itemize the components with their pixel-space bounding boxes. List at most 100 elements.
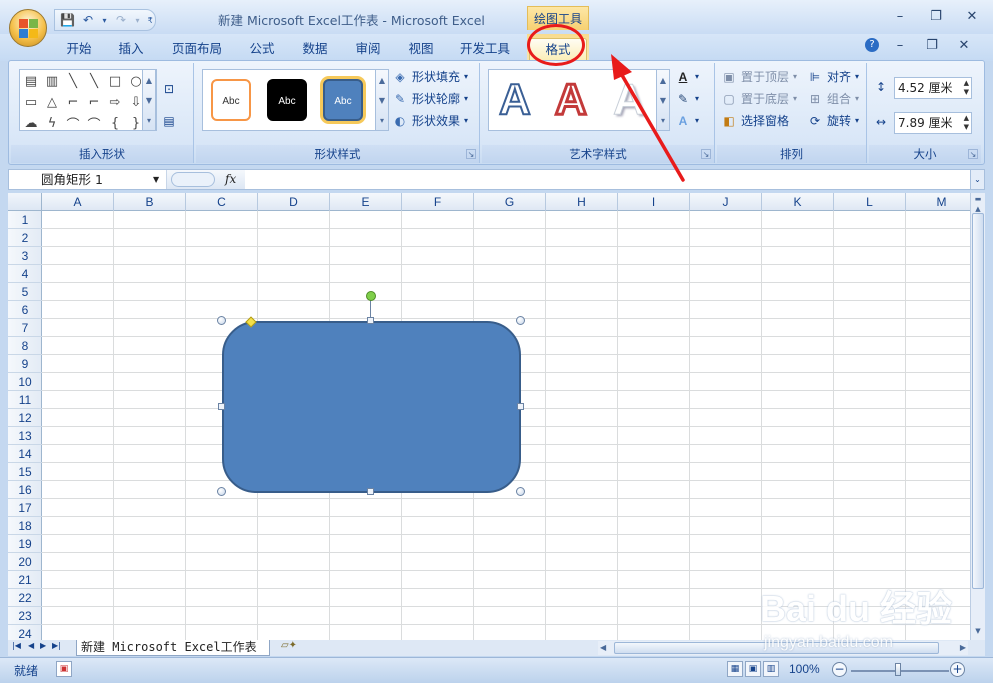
macro-record-icon[interactable]: ▣ xyxy=(56,661,72,677)
shapes-gallery-scroller[interactable]: ▲ ▼ ▾ xyxy=(142,69,156,131)
shape-cloud-icon[interactable]: ☁ xyxy=(21,113,41,133)
more-icon[interactable]: ▾ xyxy=(661,116,665,125)
wordart-style-red[interactable]: A xyxy=(554,74,589,126)
resize-handle-bottom-left[interactable] xyxy=(217,487,226,496)
send-to-back-button[interactable]: ▢ 置于底层 ▾ xyxy=(721,89,797,109)
height-spinner-icon[interactable]: ▲ ▼ xyxy=(964,79,969,97)
undo-icon[interactable]: ↶ xyxy=(79,11,96,29)
shape-outline-button[interactable]: ✎ 形状轮廓 ▾ xyxy=(392,89,468,109)
first-sheet-icon[interactable]: |◀ xyxy=(12,641,21,650)
zoom-out-button[interactable]: − xyxy=(832,662,847,677)
shape-line-icon[interactable]: ╲ xyxy=(63,71,83,91)
vertical-scroll-thumb[interactable] xyxy=(972,213,984,589)
horizontal-scrollbar[interactable]: ◀ ▶ xyxy=(598,641,968,655)
redo-icon[interactable]: ↷ xyxy=(112,11,129,29)
row-header[interactable]: 21 xyxy=(8,571,42,589)
row-header[interactable]: 11 xyxy=(8,391,42,409)
workbook-minimize-icon[interactable]: – xyxy=(889,38,911,53)
row-header[interactable]: 1 xyxy=(8,211,42,229)
row-header[interactable]: 20 xyxy=(8,553,42,571)
redo-dropdown-icon[interactable]: ▾ xyxy=(133,11,143,29)
text-box-button[interactable]: ▤ xyxy=(161,111,177,131)
chevron-down-icon[interactable]: ▼ xyxy=(153,170,159,189)
style-swatch-black[interactable]: Abc xyxy=(267,79,307,121)
office-button[interactable] xyxy=(9,9,47,47)
shape-rounded-rectangle-icon[interactable]: ▭ xyxy=(21,92,41,112)
row-header[interactable]: 10 xyxy=(8,373,42,391)
row-header[interactable]: 14 xyxy=(8,445,42,463)
column-header[interactable]: F xyxy=(402,193,474,211)
column-header[interactable]: E xyxy=(330,193,402,211)
tab-formulas[interactable]: 公式 xyxy=(241,38,283,60)
edit-shape-button[interactable]: ⊡ xyxy=(161,79,177,99)
row-header[interactable]: 8 xyxy=(8,337,42,355)
resize-handle-left[interactable] xyxy=(218,403,225,410)
chevron-down-icon[interactable]: ▼ xyxy=(379,96,385,105)
close-icon[interactable]: ✕ xyxy=(961,9,983,24)
tab-developer[interactable]: 开发工具 xyxy=(454,38,516,60)
row-header[interactable]: 3 xyxy=(8,247,42,265)
row-header[interactable]: 6 xyxy=(8,301,42,319)
shape-right-arrow-icon[interactable]: ⇨ xyxy=(105,92,125,112)
shape-height-input[interactable]: 4.52 厘米 ▲ ▼ xyxy=(894,77,972,99)
tab-home[interactable]: 开始 xyxy=(58,38,100,60)
bring-to-front-button[interactable]: ▣ 置于顶层 ▾ xyxy=(721,67,797,87)
wordart-gallery-scroller[interactable]: ▲ ▼ ▾ xyxy=(656,69,670,131)
shape-arc-icon[interactable]: ⌒ xyxy=(63,113,83,133)
zoom-slider-thumb[interactable] xyxy=(895,663,901,676)
dialog-launcher-icon[interactable]: ↘ xyxy=(701,149,711,159)
page-layout-view-icon[interactable]: ▣ xyxy=(745,661,761,677)
resize-handle-bottom[interactable] xyxy=(367,488,374,495)
row-header[interactable]: 4 xyxy=(8,265,42,283)
style-swatch-blue-selected[interactable]: Abc xyxy=(323,79,363,121)
scroll-right-icon[interactable]: ▶ xyxy=(960,641,966,655)
shape-curve-icon[interactable]: ⌒ xyxy=(84,113,104,133)
text-fill-button[interactable]: A ▾ xyxy=(675,67,699,87)
sheet-tab[interactable]: 新建 Microsoft Excel工作表 xyxy=(76,640,270,656)
shape-left-brace-icon[interactable]: { xyxy=(105,113,125,133)
column-header[interactable]: B xyxy=(114,193,186,211)
shape-elbow-connector-icon[interactable]: ⌐ xyxy=(63,92,83,112)
shape-lightning-icon[interactable]: ϟ xyxy=(42,113,62,133)
tab-page-layout[interactable]: 页面布局 xyxy=(166,38,228,60)
row-header[interactable]: 19 xyxy=(8,535,42,553)
tab-view[interactable]: 视图 xyxy=(400,38,442,60)
column-header[interactable]: J xyxy=(690,193,762,211)
row-header[interactable]: 13 xyxy=(8,427,42,445)
workbook-restore-icon[interactable]: ❐ xyxy=(921,38,943,53)
tab-insert[interactable]: 插入 xyxy=(110,38,152,60)
row-header[interactable]: 9 xyxy=(8,355,42,373)
row-header[interactable]: 5 xyxy=(8,283,42,301)
page-break-view-icon[interactable]: ▥ xyxy=(763,661,779,677)
more-icon[interactable]: ▾ xyxy=(147,116,151,125)
customize-qat-icon[interactable]: ₹ xyxy=(145,11,155,29)
shape-rectangle-icon[interactable]: □ xyxy=(105,71,125,91)
vertical-scrollbar[interactable]: ▬ ▲ ▼ xyxy=(970,193,985,640)
dialog-launcher-icon[interactable]: ↘ xyxy=(466,149,476,159)
chevron-down-icon[interactable]: ▼ xyxy=(146,96,152,105)
chevron-down-icon[interactable]: ▼ xyxy=(660,96,666,105)
insert-sheet-icon[interactable]: ▱✦ xyxy=(276,640,302,655)
row-header[interactable]: 23 xyxy=(8,607,42,625)
shape-fill-button[interactable]: ◈ 形状填充 ▾ xyxy=(392,67,468,87)
shape-triangle-icon[interactable]: △ xyxy=(42,92,62,112)
zoom-level[interactable]: 100% xyxy=(789,662,820,676)
row-header[interactable]: 17 xyxy=(8,499,42,517)
row-header[interactable]: 7 xyxy=(8,319,42,337)
normal-view-icon[interactable]: ▦ xyxy=(727,661,743,677)
group-button[interactable]: ⊞ 组合 ▾ xyxy=(807,89,859,109)
column-header[interactable]: C xyxy=(186,193,258,211)
more-icon[interactable]: ▾ xyxy=(380,116,384,125)
align-button[interactable]: ⊫ 对齐 ▾ xyxy=(807,67,859,87)
minimize-icon[interactable]: – xyxy=(889,9,911,24)
column-header[interactable]: A xyxy=(42,193,114,211)
cell-area[interactable] xyxy=(42,211,970,640)
column-header[interactable]: K xyxy=(762,193,834,211)
formula-expand-pill[interactable] xyxy=(171,172,215,187)
horizontal-scroll-thumb[interactable] xyxy=(614,642,939,654)
row-header[interactable]: 15 xyxy=(8,463,42,481)
rounded-rectangle-shape[interactable] xyxy=(222,321,521,493)
scroll-left-icon[interactable]: ◀ xyxy=(600,641,606,655)
column-header[interactable]: G xyxy=(474,193,546,211)
prev-sheet-icon[interactable]: ◀ xyxy=(28,641,34,650)
